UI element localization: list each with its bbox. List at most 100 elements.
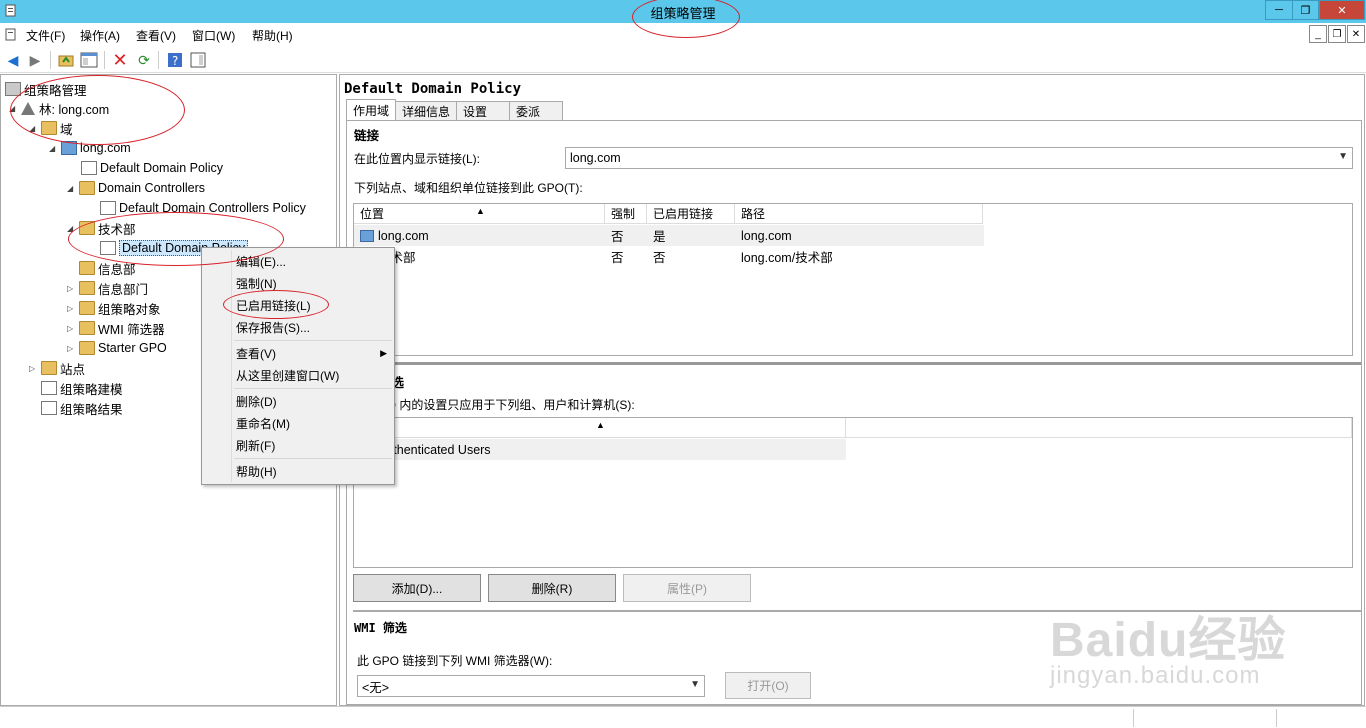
- toolbar-separator: [104, 51, 105, 69]
- tree-node-info-dept-ou[interactable]: ▷ 信息部门: [67, 278, 148, 298]
- wmi-folder-icon: [79, 321, 95, 335]
- tree-node-gp-results[interactable]: 组策略结果: [41, 398, 123, 418]
- close-button[interactable]: ✕: [1319, 0, 1365, 20]
- security-list-header: 名称▲: [354, 418, 1352, 438]
- expanded-triangle-icon[interactable]: ◢: [67, 224, 79, 233]
- baidu-watermark: Baidu经验 jingyan.baidu.com: [1050, 600, 1287, 689]
- menu-file[interactable]: 文件(F): [26, 27, 65, 44]
- menu-item-help[interactable]: 帮助(H): [236, 460, 391, 482]
- wmi-filter-dropdown[interactable]: <无> ▼: [357, 675, 705, 697]
- mmc-doc-icon[interactable]: [4, 28, 18, 42]
- menu-action[interactable]: 操作(A): [80, 27, 120, 44]
- gpmc-icon: [5, 82, 21, 96]
- collapsed-triangle-icon[interactable]: ▷: [29, 364, 41, 373]
- menu-view[interactable]: 查看(V): [136, 27, 176, 44]
- column-name[interactable]: 名称▲: [354, 418, 846, 438]
- tree-node-default-dc-policy[interactable]: Default Domain Controllers Policy: [100, 198, 306, 218]
- tab-details[interactable]: 详细信息: [395, 101, 458, 120]
- tree-node-info-ou[interactable]: 信息部: [79, 258, 136, 278]
- tree-node-sites[interactable]: ▷ 站点: [29, 358, 85, 378]
- tree-node-gp-modeling[interactable]: 组策略建模: [41, 378, 123, 398]
- ou-folder-icon: [79, 261, 95, 275]
- security-filter-list[interactable]: 名称▲ Authenticated Users: [353, 417, 1353, 568]
- help-icon[interactable]: ?: [166, 51, 184, 69]
- chevron-down-icon: ▼: [690, 679, 700, 690]
- restore-button[interactable]: ❐: [1292, 0, 1319, 20]
- mdi-minimize-button[interactable]: _: [1309, 25, 1327, 43]
- mdi-restore-button[interactable]: ❐: [1328, 25, 1346, 43]
- menu-window[interactable]: 窗口(W): [192, 27, 235, 44]
- table-row[interactable]: 技术部 否 否 long.com/技术部: [354, 246, 984, 267]
- location-dropdown[interactable]: long.com ▼: [565, 147, 1353, 169]
- expanded-triangle-icon[interactable]: ◢: [49, 144, 61, 153]
- collapsed-triangle-icon[interactable]: ▷: [67, 284, 79, 293]
- gpo-link-icon: [100, 241, 116, 255]
- open-button: 打开(O): [725, 672, 811, 699]
- refresh-icon[interactable]: ⟳: [135, 51, 153, 69]
- expanded-triangle-icon[interactable]: ◢: [9, 104, 21, 113]
- tab-settings[interactable]: 设置: [456, 101, 511, 120]
- tree-node-domain-long-com[interactable]: ◢ long.com: [49, 138, 131, 158]
- mdi-close-button[interactable]: ✕: [1347, 25, 1365, 43]
- menu-item-enforced[interactable]: 强制(N): [236, 272, 391, 294]
- menu-item-edit[interactable]: 编辑(E)...: [236, 250, 391, 272]
- tree-node-wmi-filters[interactable]: ▷ WMI 筛选器: [67, 318, 165, 338]
- column-path[interactable]: 路径: [735, 204, 983, 224]
- remove-button[interactable]: 删除(R): [488, 574, 616, 602]
- column-location[interactable]: 位置 ▲: [354, 204, 605, 224]
- tree-node-gpmc-root[interactable]: 组策略管理: [5, 79, 87, 99]
- domain-icon: [360, 229, 374, 242]
- column-link-enabled[interactable]: 已启用链接: [647, 204, 735, 224]
- menu-help[interactable]: 帮助(H): [252, 27, 293, 44]
- pane-splitter[interactable]: [353, 362, 1361, 365]
- expanded-triangle-icon[interactable]: ◢: [67, 184, 79, 193]
- status-bar: [0, 706, 1366, 728]
- tab-scope[interactable]: 作用域: [346, 99, 397, 120]
- toolbar-separator: [50, 51, 51, 69]
- minimize-button[interactable]: ─: [1265, 0, 1293, 20]
- tree-node-gpo-objects[interactable]: ▷ 组策略对象: [67, 298, 161, 318]
- domains-folder-icon: [41, 121, 57, 135]
- menu-item-view[interactable]: 查看(V) ▶: [236, 342, 391, 364]
- gpo-folder-icon: [79, 301, 95, 315]
- menu-item-refresh[interactable]: 刷新(F): [236, 434, 391, 456]
- forward-arrow-icon[interactable]: ▶: [26, 51, 44, 69]
- collapsed-triangle-icon[interactable]: ▷: [67, 324, 79, 333]
- tree-node-starter-gpo[interactable]: ▷ Starter GPO: [67, 338, 167, 358]
- tree-node-tech-ou[interactable]: ◢ 技术部: [67, 218, 136, 238]
- menu-item-save-report[interactable]: 保存报告(S)...: [236, 316, 391, 338]
- menu-item-new-window[interactable]: 从这里创建窗口(W): [236, 364, 391, 386]
- menu-separator: [234, 340, 392, 341]
- gpo-title: Default Domain Policy: [344, 81, 522, 97]
- sort-up-arrow-icon: ▲: [596, 420, 605, 430]
- table-row[interactable]: long.com 否 是 long.com: [354, 225, 984, 246]
- delete-icon[interactable]: ✕: [111, 50, 129, 70]
- add-button[interactable]: 添加(D)...: [353, 574, 481, 602]
- watermark-brand: Baidu经验: [1050, 614, 1287, 667]
- results-icon: [41, 401, 57, 415]
- tab-delegation[interactable]: 委派: [509, 101, 564, 120]
- menu-separator: [234, 458, 392, 459]
- collapsed-triangle-icon[interactable]: ▷: [67, 304, 79, 313]
- tree-node-default-domain-policy[interactable]: Default Domain Policy: [81, 158, 223, 178]
- wmi-filtering-title: WMI 筛选: [354, 621, 407, 635]
- menu-item-rename[interactable]: 重命名(M): [236, 412, 391, 434]
- back-arrow-icon[interactable]: ◀: [4, 51, 22, 69]
- security-filtering-desc: 此 GPO 内的设置只应用于下列组、用户和计算机(S):: [354, 398, 635, 412]
- table-row[interactable]: Authenticated Users: [354, 439, 846, 460]
- menu-item-link-enabled[interactable]: 已启用链接(L): [236, 294, 391, 316]
- up-folder-icon[interactable]: [57, 51, 75, 69]
- tree-node-domains[interactable]: ◢ 域: [29, 118, 73, 138]
- menu-separator: [234, 388, 392, 389]
- tree-node-domain-controllers[interactable]: ◢ Domain Controllers: [67, 178, 205, 198]
- tree-node-forest[interactable]: ◢ 林: long.com: [9, 98, 109, 118]
- properties-pane-icon[interactable]: [189, 51, 207, 69]
- expanded-triangle-icon[interactable]: ◢: [29, 124, 41, 133]
- column-enforced[interactable]: 强制: [605, 204, 647, 224]
- collapsed-triangle-icon[interactable]: ▷: [67, 344, 79, 353]
- show-hide-tree-icon[interactable]: [80, 51, 98, 69]
- mdi-controls: _ ❐ ✕: [1308, 25, 1365, 43]
- menu-item-delete[interactable]: 删除(D): [236, 390, 391, 412]
- linked-locations-label: 下列站点、域和组织单位链接到此 GPO(T):: [354, 181, 583, 195]
- links-list[interactable]: 位置 ▲ 强制 已启用链接 路径 long.com 否 是 long.com 技术…: [353, 203, 1353, 356]
